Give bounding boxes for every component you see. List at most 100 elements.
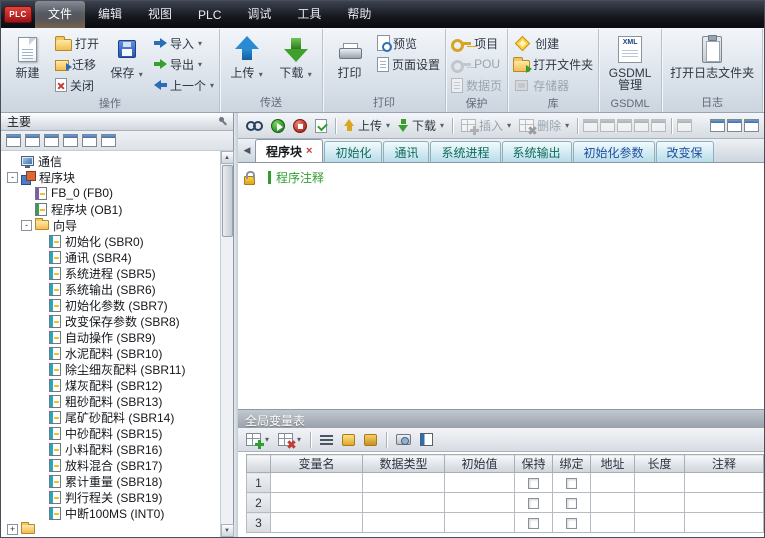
program-comment[interactable]: 程序注释 bbox=[276, 169, 324, 186]
tree-item-sbr9[interactable]: 自动操作 (SBR9) bbox=[1, 329, 220, 345]
tab-system-process[interactable]: 系统进程 bbox=[430, 141, 500, 162]
collapse-expander-icon[interactable]: - bbox=[21, 220, 32, 231]
cell-variable-name[interactable] bbox=[271, 493, 363, 513]
retain-checkbox[interactable] bbox=[528, 518, 539, 529]
tree-item-sbr0[interactable]: 初始化 (SBR0) bbox=[1, 233, 220, 249]
tab-init[interactable]: 初始化 bbox=[324, 141, 382, 162]
move-up-button[interactable] bbox=[339, 432, 358, 448]
cell-address[interactable] bbox=[591, 493, 635, 513]
cell-bind[interactable] bbox=[553, 513, 591, 533]
menu-debug[interactable]: 调试 bbox=[234, 1, 284, 28]
tree-item-sbr18[interactable]: 累计重量 (SBR18) bbox=[1, 473, 220, 489]
close-tab-icon[interactable]: × bbox=[306, 145, 312, 157]
symbol-info-icon[interactable] bbox=[677, 119, 692, 132]
scroll-up-button[interactable]: ▲ bbox=[221, 151, 234, 164]
pou-view-button[interactable] bbox=[243, 119, 266, 133]
tree-item-communication[interactable]: 通信 bbox=[1, 153, 220, 169]
col-initial-value[interactable]: 初始值 bbox=[445, 455, 515, 473]
app-menu-button[interactable]: PLC bbox=[1, 1, 35, 28]
cell-retain[interactable] bbox=[515, 493, 553, 513]
tree-item-sbr16[interactable]: 小料配料 (SBR16) bbox=[1, 441, 220, 457]
cell-comment[interactable] bbox=[685, 493, 764, 513]
data-block-window-icon[interactable] bbox=[744, 119, 759, 132]
row-number[interactable]: 2 bbox=[247, 493, 271, 513]
tree-item-sbr11[interactable]: 除尘细灰配料 (SBR11) bbox=[1, 361, 220, 377]
tree-item-sbr17[interactable]: 放料混合 (SBR17) bbox=[1, 457, 220, 473]
window-view-icon[interactable] bbox=[82, 134, 97, 147]
import-button[interactable]: 导入▾ bbox=[152, 33, 216, 53]
cell-length[interactable] bbox=[635, 473, 685, 493]
upload-ribbon-button[interactable]: 上传 ▾ bbox=[223, 31, 270, 94]
tree-item-program-block[interactable]: -程序块 bbox=[1, 169, 220, 185]
project-view-icon[interactable] bbox=[6, 134, 21, 147]
favorites-view-icon[interactable] bbox=[101, 134, 116, 147]
chart-view-icon[interactable] bbox=[63, 134, 78, 147]
open-library-folder-button[interactable]: 打开文件夹 bbox=[511, 54, 595, 74]
menu-tools[interactable]: 工具 bbox=[284, 1, 334, 28]
cell-variable-name[interactable] bbox=[271, 513, 363, 533]
save-button[interactable]: 保存 ▾ bbox=[103, 31, 150, 95]
previous-bookmark-icon[interactable] bbox=[634, 119, 649, 132]
new-button[interactable]: 新建 bbox=[4, 31, 51, 95]
run-button[interactable] bbox=[268, 117, 288, 135]
retain-checkbox[interactable] bbox=[528, 498, 539, 509]
move-down-button[interactable] bbox=[361, 432, 380, 448]
stop-button[interactable] bbox=[290, 117, 310, 135]
col-data-type[interactable]: 数据类型 bbox=[363, 455, 445, 473]
col-comment[interactable]: 注释 bbox=[685, 455, 764, 473]
tree-item-sbr8[interactable]: 改变保存参数 (SBR8) bbox=[1, 313, 220, 329]
auto-layout-button[interactable] bbox=[317, 433, 336, 447]
tab-change-save[interactable]: 改变保 bbox=[656, 141, 714, 162]
tab-init-params[interactable]: 初始化参数 bbox=[573, 141, 655, 162]
page-setup-button[interactable]: 页面设置 bbox=[375, 54, 442, 74]
col-address[interactable]: 地址 bbox=[591, 455, 635, 473]
menu-view[interactable]: 视图 bbox=[135, 1, 185, 28]
cell-address[interactable] bbox=[591, 473, 635, 493]
export-button[interactable]: 导出▾ bbox=[152, 54, 216, 74]
bind-checkbox[interactable] bbox=[566, 498, 577, 509]
tab-comm[interactable]: 通讯 bbox=[383, 141, 429, 162]
cell-retain[interactable] bbox=[515, 513, 553, 533]
cell-comment[interactable] bbox=[685, 473, 764, 493]
download-ribbon-button[interactable]: 下载 ▾ bbox=[272, 31, 319, 94]
cell-bind[interactable] bbox=[553, 493, 591, 513]
tree-item-ob1[interactable]: 程序块 (OB1) bbox=[1, 201, 220, 217]
tree-item-sbr12[interactable]: 煤灰配料 (SBR12) bbox=[1, 377, 220, 393]
menu-file[interactable]: 文件 bbox=[35, 1, 85, 28]
gsdml-manage-button[interactable]: XML GSDML管理 bbox=[602, 31, 658, 98]
col-retain[interactable]: 保持 bbox=[515, 455, 553, 473]
tree-item-sbr14[interactable]: 尾矿砂配料 (SBR14) bbox=[1, 409, 220, 425]
cell-retain[interactable] bbox=[515, 473, 553, 493]
tree-item-int0[interactable]: 中断100MS (INT0) bbox=[1, 505, 220, 521]
bind-checkbox[interactable] bbox=[566, 518, 577, 529]
table-view-icon[interactable] bbox=[44, 134, 59, 147]
print-button[interactable]: 打印 bbox=[326, 31, 373, 94]
cell-data-type[interactable] bbox=[363, 493, 445, 513]
previous-button[interactable]: 上一个▾ bbox=[152, 75, 216, 95]
cell-length[interactable] bbox=[635, 493, 685, 513]
tab-scroll-left-button[interactable]: ◀ bbox=[240, 145, 254, 156]
tree-item-sbr4[interactable]: 通讯 (SBR4) bbox=[1, 249, 220, 265]
grid-view-icon[interactable] bbox=[25, 134, 40, 147]
scroll-down-button[interactable]: ▼ bbox=[221, 524, 234, 537]
cell-bind[interactable] bbox=[553, 473, 591, 493]
menu-edit[interactable]: 编辑 bbox=[85, 1, 135, 28]
row-number[interactable]: 3 bbox=[247, 513, 271, 533]
tree-item-partial[interactable]: + bbox=[1, 521, 220, 537]
tab-program-block[interactable]: 程序块× bbox=[255, 139, 323, 162]
cell-variable-name[interactable] bbox=[271, 473, 363, 493]
menu-help[interactable]: 帮助 bbox=[334, 1, 384, 28]
addressing-toggle-icon[interactable] bbox=[583, 119, 598, 132]
open-log-folder-button[interactable]: 打开日志文件夹 bbox=[665, 31, 759, 94]
collapse-expander-icon[interactable]: - bbox=[7, 172, 18, 183]
retain-checkbox[interactable] bbox=[528, 478, 539, 489]
scrollbar-thumb[interactable] bbox=[222, 165, 233, 237]
tab-system-output[interactable]: 系统输出 bbox=[502, 141, 572, 162]
tree-item-sbr6[interactable]: 系统输出 (SBR6) bbox=[1, 281, 220, 297]
cell-initial-value[interactable] bbox=[445, 493, 515, 513]
cell-data-type[interactable] bbox=[363, 473, 445, 493]
cell-address[interactable] bbox=[591, 513, 635, 533]
tree-item-fb0[interactable]: FB_0 (FB0) bbox=[1, 185, 220, 201]
tree-item-sbr13[interactable]: 粗砂配料 (SBR13) bbox=[1, 393, 220, 409]
status-chart-window-icon[interactable] bbox=[727, 119, 742, 132]
